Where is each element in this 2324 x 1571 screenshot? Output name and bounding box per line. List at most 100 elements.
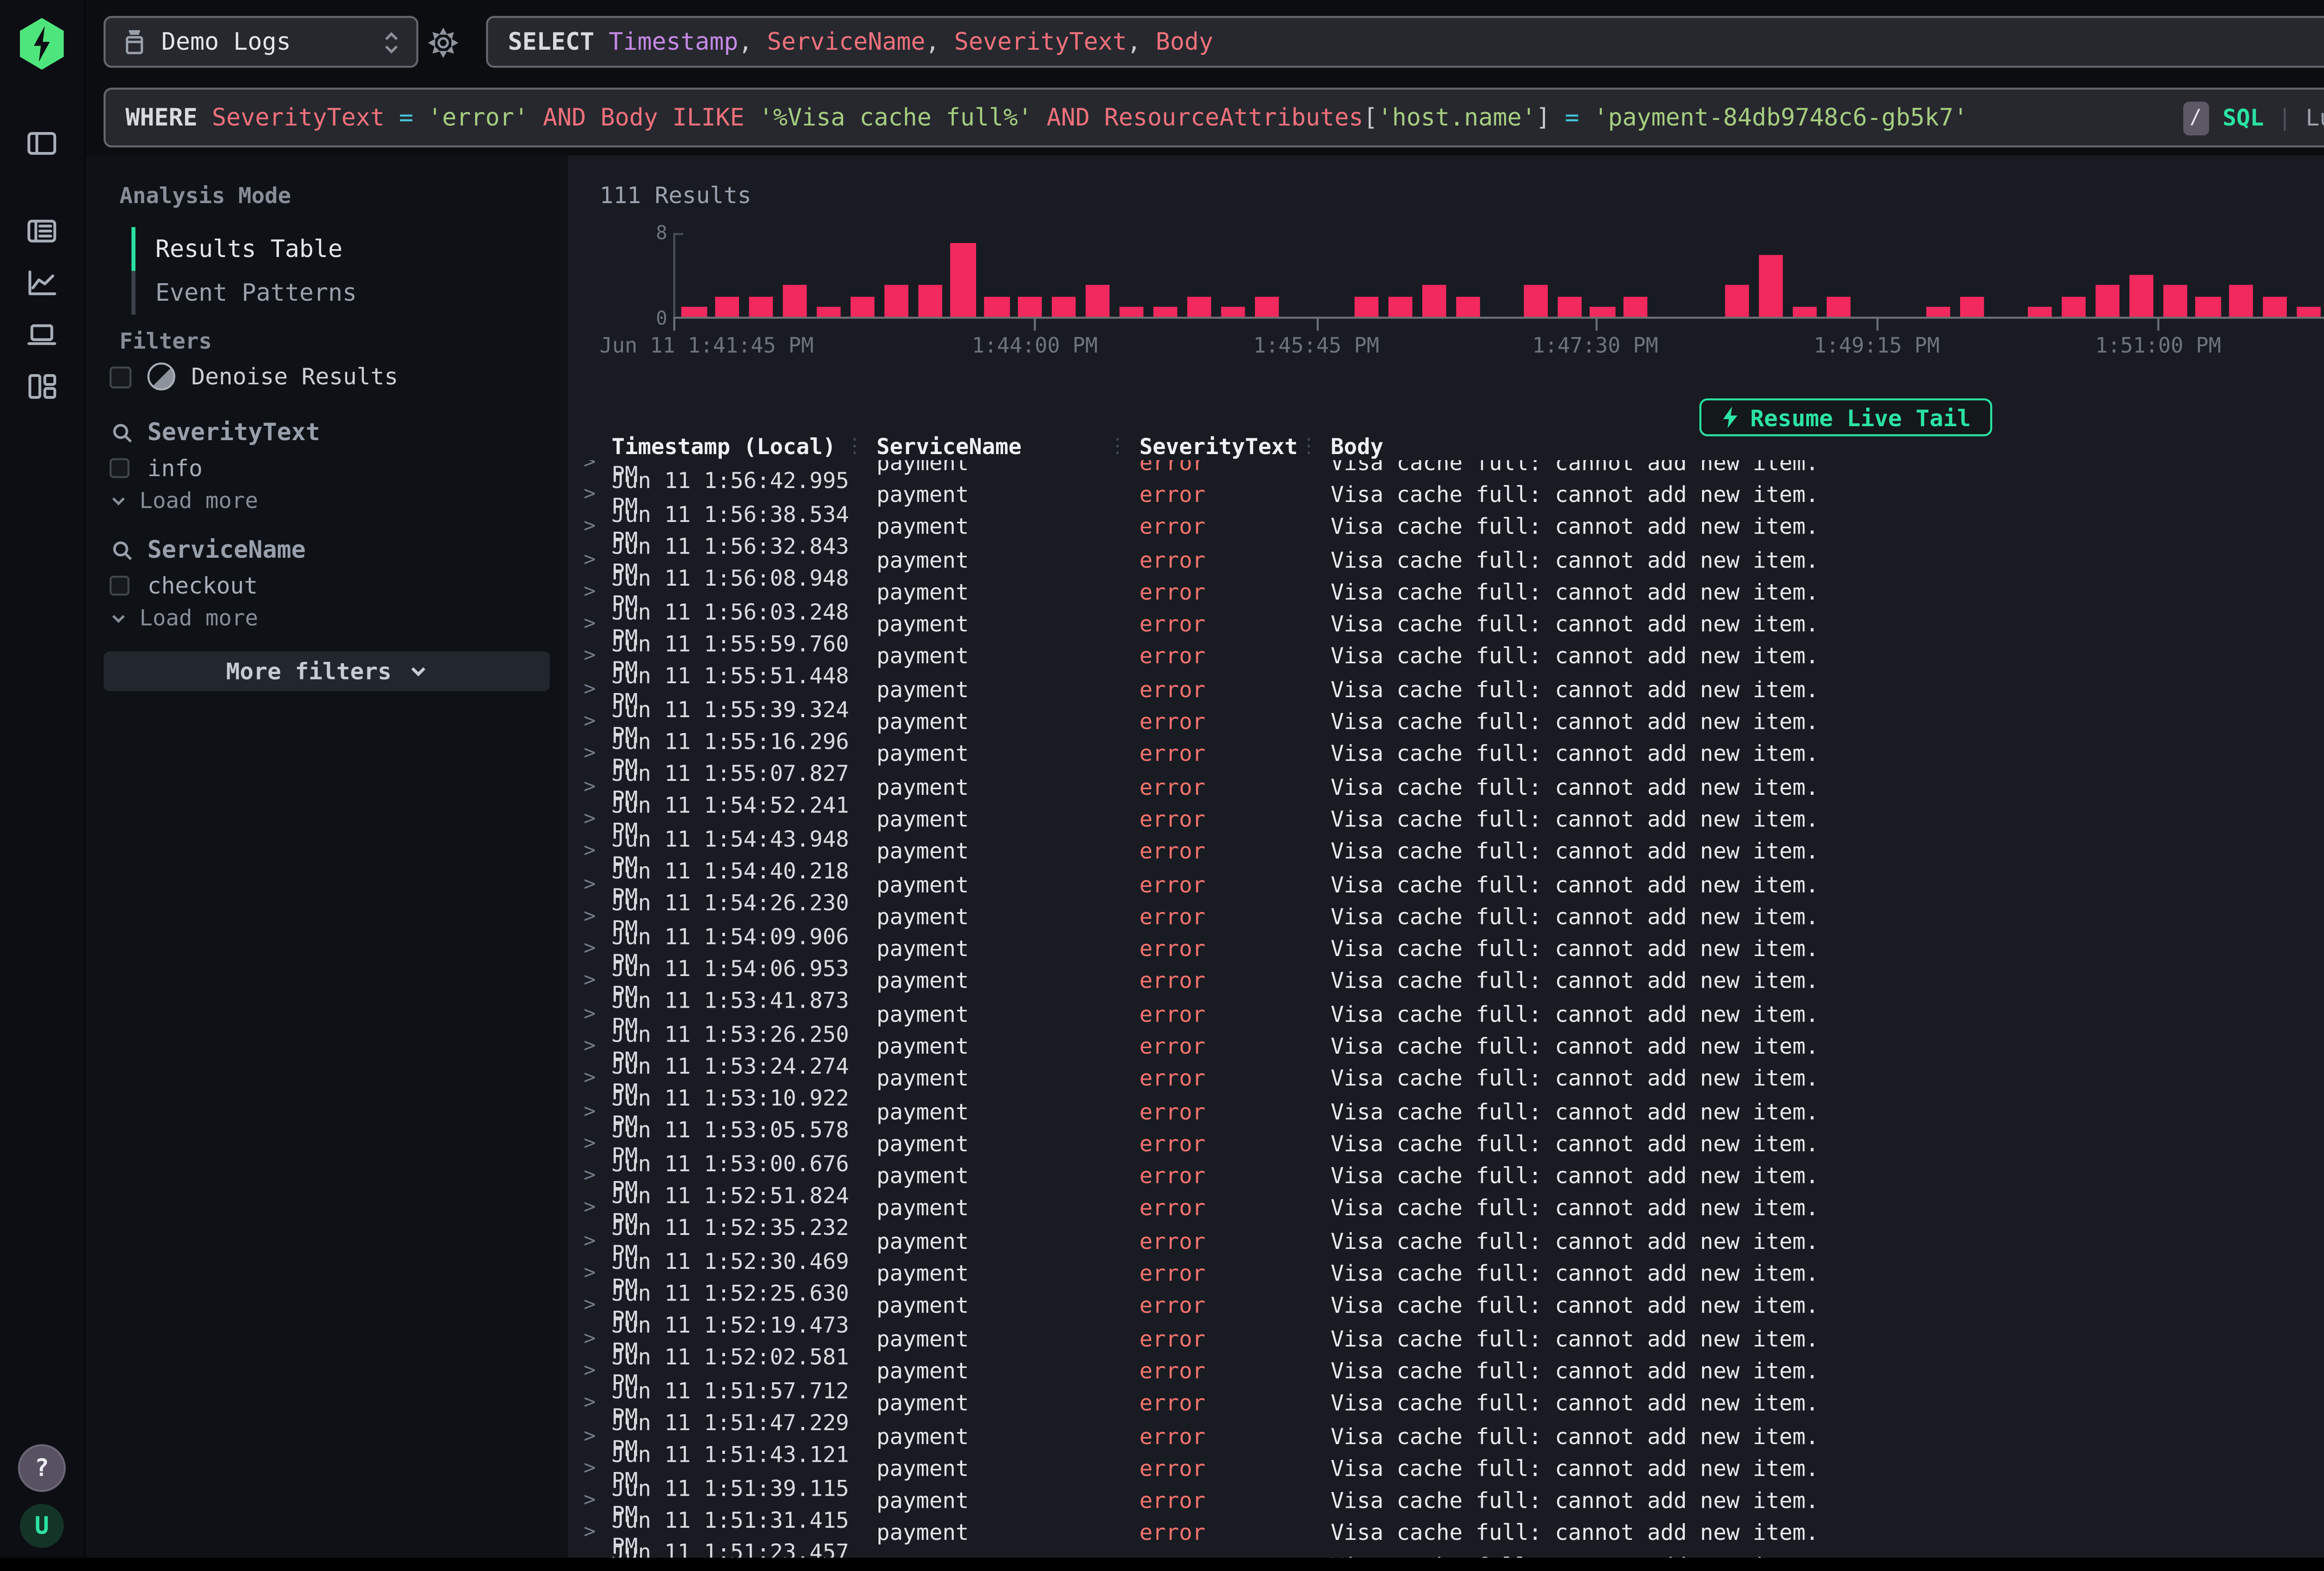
language-sql-option[interactable]: SQL <box>2223 104 2264 132</box>
histogram-bar[interactable] <box>1586 233 1619 317</box>
where-query-input[interactable]: WHERE SeverityText = 'error' AND Body IL… <box>104 88 2324 148</box>
row-expander-chevron-icon[interactable]: > <box>584 711 612 733</box>
row-expander-chevron-icon[interactable]: > <box>584 516 612 538</box>
histogram-bar[interactable] <box>1149 233 1182 317</box>
row-expander-chevron-icon[interactable]: > <box>584 1490 612 1512</box>
row-expander-chevron-icon[interactable]: > <box>584 581 612 603</box>
histogram-bar[interactable] <box>1249 233 1283 317</box>
column-resize-handle[interactable]: ⋮ <box>1299 435 1331 457</box>
histogram-bar[interactable] <box>1989 233 2023 317</box>
row-expander-chevron-icon[interactable]: > <box>584 776 612 798</box>
chart-explorer-icon[interactable] <box>16 257 67 309</box>
load-more-severitytext[interactable]: Load more <box>110 488 258 514</box>
more-filters-button[interactable]: More filters <box>104 651 550 691</box>
histogram-bar[interactable] <box>1855 233 1888 317</box>
client-sessions-icon[interactable] <box>16 309 67 360</box>
histogram-bar[interactable] <box>1115 233 1148 317</box>
histogram-bar[interactable] <box>1317 233 1350 317</box>
row-expander-chevron-icon[interactable]: > <box>584 1458 612 1479</box>
histogram-bar[interactable] <box>946 233 980 317</box>
histogram-bar[interactable] <box>879 233 912 317</box>
source-selector[interactable]: Demo Logs <box>104 16 418 67</box>
row-expander-chevron-icon[interactable]: > <box>584 1328 612 1350</box>
row-expander-chevron-icon[interactable]: > <box>584 744 612 766</box>
row-expander-chevron-icon[interactable]: > <box>584 1231 612 1253</box>
row-expander-chevron-icon[interactable]: > <box>584 1426 612 1447</box>
panel-toggle-icon[interactable] <box>16 118 67 169</box>
row-expander-chevron-icon[interactable]: > <box>584 938 612 960</box>
histogram-bar[interactable] <box>1956 233 1989 317</box>
histogram-bar[interactable] <box>1350 233 1384 317</box>
row-expander-chevron-icon[interactable]: > <box>584 971 612 993</box>
histogram-bar[interactable] <box>2192 233 2225 317</box>
log-search-icon[interactable] <box>16 205 67 257</box>
histogram-bar[interactable] <box>1047 233 1081 317</box>
histogram-bar[interactable] <box>2158 233 2191 317</box>
histogram-bar[interactable] <box>1418 233 1451 317</box>
histogram-bar[interactable] <box>1451 233 1485 317</box>
dashboards-icon[interactable] <box>16 361 67 412</box>
row-expander-chevron-icon[interactable]: > <box>584 873 612 895</box>
row-expander-chevron-icon[interactable]: > <box>584 1101 612 1122</box>
denoise-checkbox[interactable] <box>110 365 132 387</box>
histogram-bar[interactable] <box>2090 233 2124 317</box>
histogram-bar[interactable] <box>1519 233 1552 317</box>
histogram-bar[interactable] <box>1619 233 1653 317</box>
histogram-bar[interactable] <box>1552 233 1585 317</box>
histogram-bar[interactable] <box>1888 233 1922 317</box>
row-expander-chevron-icon[interactable]: > <box>584 906 612 928</box>
histogram-bar[interactable] <box>980 233 1014 317</box>
row-expander-chevron-icon[interactable]: > <box>584 460 612 473</box>
settings-gear-icon[interactable] <box>428 28 458 58</box>
log-row[interactable]: >Jun 11 1:51:23.457 PMpaymenterrorVisa c… <box>568 1550 2324 1558</box>
filter-option-checkbox[interactable] <box>110 458 130 478</box>
row-expander-chevron-icon[interactable]: > <box>584 1036 612 1057</box>
histogram-bar[interactable] <box>1788 233 1821 317</box>
histogram-bar[interactable] <box>778 233 812 317</box>
resume-live-tail-button[interactable]: Resume Live Tail <box>1698 398 1993 436</box>
row-expander-chevron-icon[interactable]: > <box>584 1068 612 1090</box>
histogram-bar[interactable] <box>1215 233 1249 317</box>
row-expander-chevron-icon[interactable]: > <box>584 1295 612 1317</box>
select-query-input[interactable]: SELECT Timestamp, ServiceName, SeverityT… <box>486 16 2324 67</box>
histogram-bar[interactable] <box>1182 233 1215 317</box>
histogram-bar[interactable] <box>1754 233 1788 317</box>
row-expander-chevron-icon[interactable]: > <box>584 1003 612 1025</box>
histogram-bar[interactable] <box>2057 233 2090 317</box>
histogram-bar[interactable] <box>1283 233 1316 317</box>
histogram-bar[interactable] <box>2124 233 2158 317</box>
histogram-bar[interactable] <box>2023 233 2057 317</box>
row-expander-chevron-icon[interactable]: > <box>584 549 612 571</box>
row-expander-chevron-icon[interactable]: > <box>584 1166 612 1188</box>
histogram-bar[interactable] <box>745 233 778 317</box>
histogram-bar[interactable] <box>1821 233 1855 317</box>
row-expander-chevron-icon[interactable]: > <box>584 484 612 506</box>
histogram-bar[interactable] <box>1653 233 1686 317</box>
row-expander-chevron-icon[interactable]: > <box>584 1360 612 1382</box>
histogram-bar[interactable] <box>1014 233 1047 317</box>
histogram-bar[interactable] <box>913 233 946 317</box>
histogram-bar[interactable] <box>1922 233 1955 317</box>
mode-event-patterns[interactable]: Event Patterns <box>132 271 357 315</box>
row-expander-chevron-icon[interactable]: > <box>584 1523 612 1545</box>
row-expander-chevron-icon[interactable]: > <box>584 1198 612 1220</box>
histogram-bar[interactable] <box>711 233 745 317</box>
row-expander-chevron-icon[interactable]: > <box>584 646 612 668</box>
histogram-bar[interactable] <box>1720 233 1754 317</box>
row-expander-chevron-icon[interactable]: > <box>584 841 612 863</box>
help-button[interactable]: ? <box>18 1444 66 1492</box>
histogram-bar[interactable] <box>677 233 711 317</box>
histogram-bar[interactable] <box>2225 233 2258 317</box>
app-logo-icon[interactable] <box>18 18 66 70</box>
histogram-bar[interactable] <box>845 233 879 317</box>
column-resize-handle[interactable]: ⋮ <box>845 435 877 457</box>
row-expander-chevron-icon[interactable]: > <box>584 1263 612 1285</box>
user-avatar[interactable]: U <box>20 1504 64 1548</box>
histogram-bar[interactable] <box>1485 233 1518 317</box>
histogram-bar[interactable] <box>1081 233 1115 317</box>
row-expander-chevron-icon[interactable]: > <box>584 1133 612 1155</box>
row-expander-chevron-icon[interactable]: > <box>584 809 612 831</box>
column-resize-handle[interactable]: ⋮ <box>1108 435 1140 457</box>
histogram-bar[interactable] <box>2258 233 2292 317</box>
mode-results-table[interactable]: Results Table <box>132 227 343 271</box>
